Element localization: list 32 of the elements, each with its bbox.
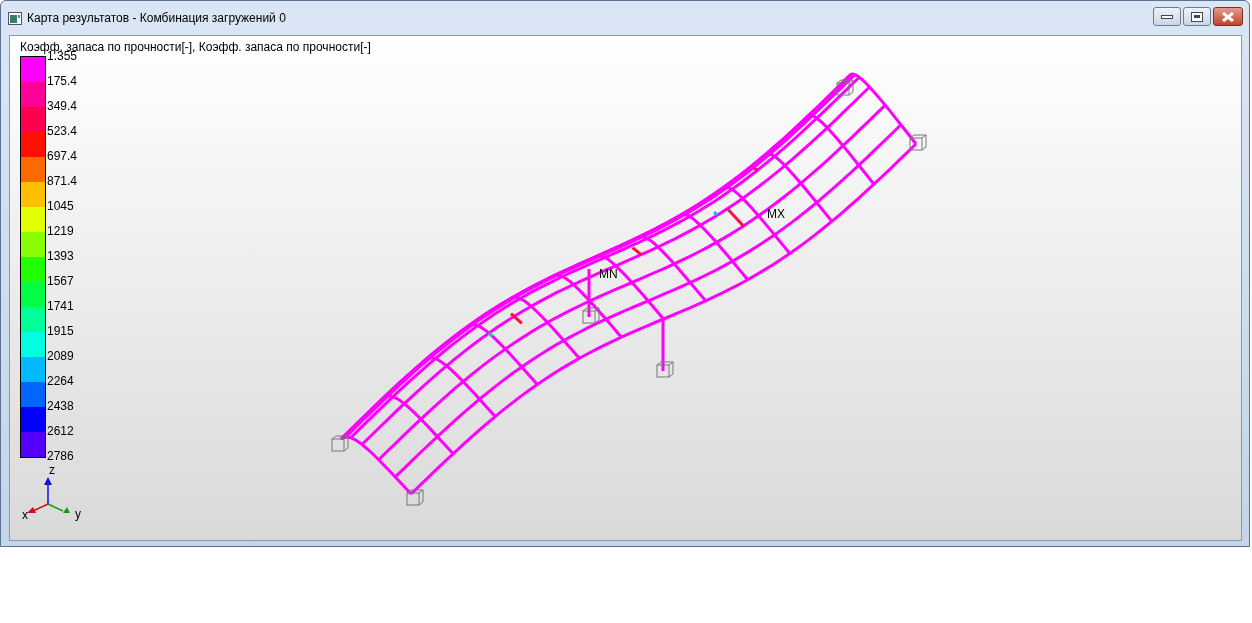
window-title: Карта результатов - Комбинация загружений 0 [27, 11, 286, 25]
scale-value: 523.4 [46, 124, 78, 140]
scale-value: 349.4 [46, 99, 78, 115]
scale-value: 175.4 [46, 74, 78, 90]
maximize-button[interactable] [1183, 7, 1211, 26]
window-icon [8, 11, 22, 25]
x-axis-arrow [27, 503, 49, 513]
scale-value: 1045 [46, 199, 75, 215]
scale-value: 2438 [46, 399, 75, 415]
maximize-icon [1191, 11, 1203, 22]
minimize-icon [1161, 13, 1173, 20]
scale-value: 2089 [46, 349, 75, 365]
scale-value: 2612 [46, 424, 75, 440]
scale-value: 871.4 [46, 174, 78, 190]
close-icon [1221, 11, 1235, 22]
scale-value: 1915 [46, 324, 75, 340]
scale-value: 2786 [46, 449, 75, 463]
y-axis-label: y [75, 507, 81, 521]
min-marker-label: MN [599, 267, 618, 281]
y-axis-arrow [47, 503, 70, 513]
scale-value: 1393 [46, 249, 75, 265]
z-axis-arrow [44, 477, 52, 505]
scale-value: 2264 [46, 374, 75, 390]
z-axis-label: z [49, 463, 55, 477]
minimize-button[interactable] [1153, 7, 1181, 26]
x-axis-label: x [22, 508, 28, 522]
scale-value: 1741 [46, 299, 75, 315]
close-button[interactable] [1213, 7, 1243, 26]
scale-value: 1567 [46, 274, 75, 290]
max-marker-label: MX [767, 207, 785, 221]
scale-value: 697.4 [46, 149, 78, 165]
scale-value: 1219 [46, 224, 75, 240]
